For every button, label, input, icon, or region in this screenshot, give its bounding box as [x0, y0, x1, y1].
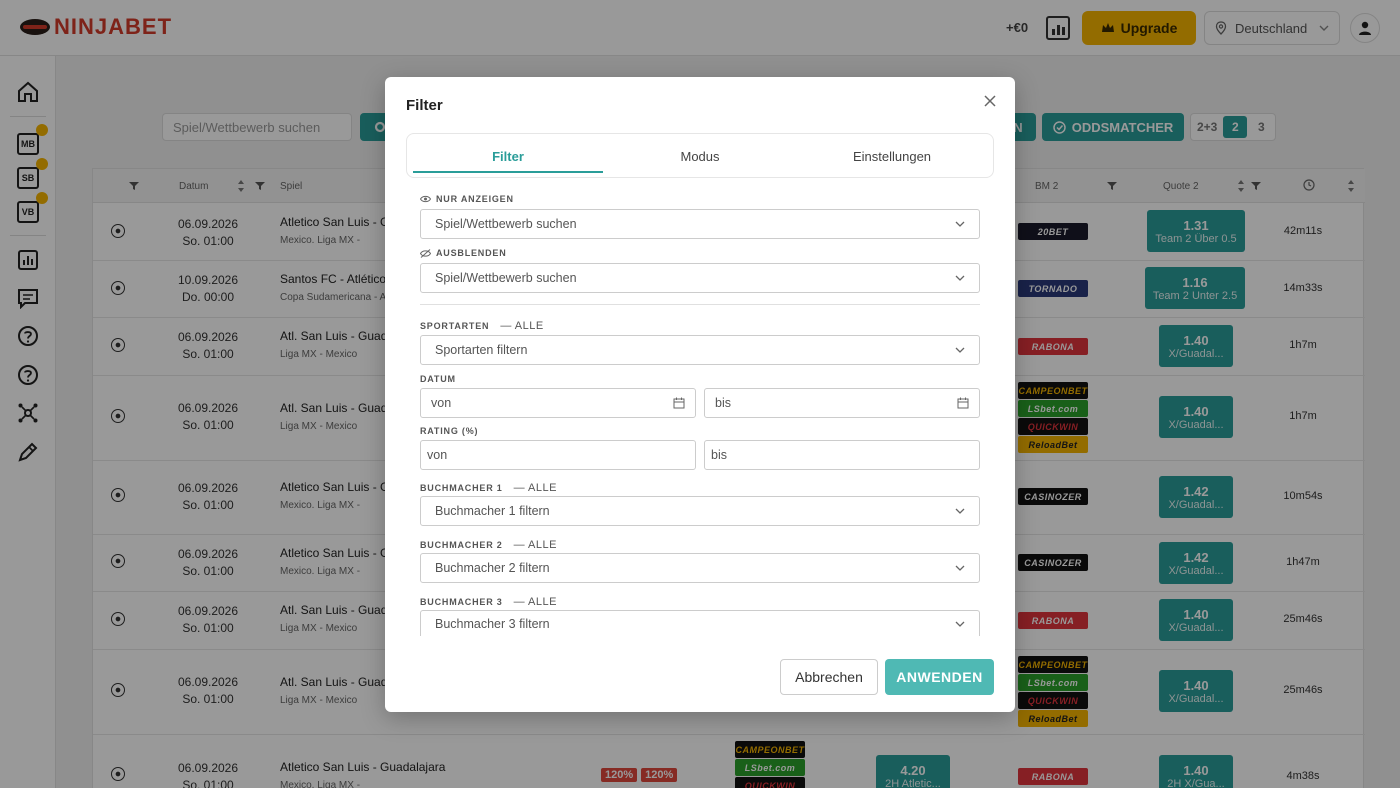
nur-anzeigen-placeholder: Spiel/Wettbewerb suchen: [435, 217, 577, 231]
buchmacher-2-select[interactable]: Buchmacher 2 filtern: [420, 553, 980, 583]
modal-title: Filter: [406, 97, 443, 114]
sportarten-select[interactable]: Sportarten filtern: [420, 335, 980, 365]
chevron-down-icon: [955, 221, 965, 227]
buchmacher-2-label: BUCHMACHER 2— ALLE: [420, 539, 557, 551]
apply-button[interactable]: ANWENDEN: [885, 659, 994, 695]
close-icon[interactable]: [982, 94, 998, 110]
buchmacher-1-placeholder: Buchmacher 1 filtern: [435, 504, 550, 518]
nur-anzeigen-select[interactable]: Spiel/Wettbewerb suchen: [420, 209, 980, 239]
chevron-down-icon: [955, 621, 965, 627]
datum-from-input[interactable]: von: [420, 388, 696, 418]
active-tab-indicator: [413, 171, 603, 173]
section-divider: [420, 304, 980, 305]
eye-icon: [420, 195, 431, 203]
buchmacher-3-select[interactable]: Buchmacher 3 filtern: [420, 610, 980, 636]
rating-to-input[interactable]: bis: [704, 440, 980, 470]
chevron-down-icon: [955, 565, 965, 571]
eye-off-icon: [420, 248, 431, 258]
datum-label: DATUM: [420, 374, 456, 384]
buchmacher-1-select[interactable]: Buchmacher 1 filtern: [420, 496, 980, 526]
ausblenden-placeholder: Spiel/Wettbewerb suchen: [435, 271, 577, 285]
nur-anzeigen-label: NUR ANZEIGEN: [420, 194, 514, 204]
chevron-down-icon: [955, 347, 965, 353]
buchmacher-1-label: BUCHMACHER 1— ALLE: [420, 482, 557, 494]
tab-modus[interactable]: Modus: [605, 134, 795, 179]
chevron-down-icon: [955, 275, 965, 281]
rating-label: RATING (%): [420, 426, 479, 436]
ausblenden-label: AUSBLENDEN: [420, 248, 507, 258]
modal-tabs: Filter Modus Einstellungen: [406, 133, 994, 178]
datum-to-input[interactable]: bis: [704, 388, 980, 418]
sportarten-label: SPORTARTEN — ALLE: [420, 320, 544, 332]
rating-from-input[interactable]: von: [420, 440, 696, 470]
ausblenden-select[interactable]: Spiel/Wettbewerb suchen: [420, 263, 980, 293]
buchmacher-2-placeholder: Buchmacher 2 filtern: [435, 561, 550, 575]
filter-modal: Filter Filter Modus Einstellungen NUR AN…: [385, 77, 1015, 712]
calendar-icon[interactable]: [957, 397, 969, 409]
chevron-down-icon: [955, 508, 965, 514]
tab-einstellungen[interactable]: Einstellungen: [797, 134, 987, 179]
buchmacher-3-placeholder: Buchmacher 3 filtern: [435, 616, 550, 631]
calendar-icon[interactable]: [673, 397, 685, 409]
cancel-button[interactable]: Abbrechen: [780, 659, 878, 695]
buchmacher-3-label: BUCHMACHER 3— ALLE: [420, 596, 557, 608]
sportarten-placeholder: Sportarten filtern: [435, 343, 528, 357]
